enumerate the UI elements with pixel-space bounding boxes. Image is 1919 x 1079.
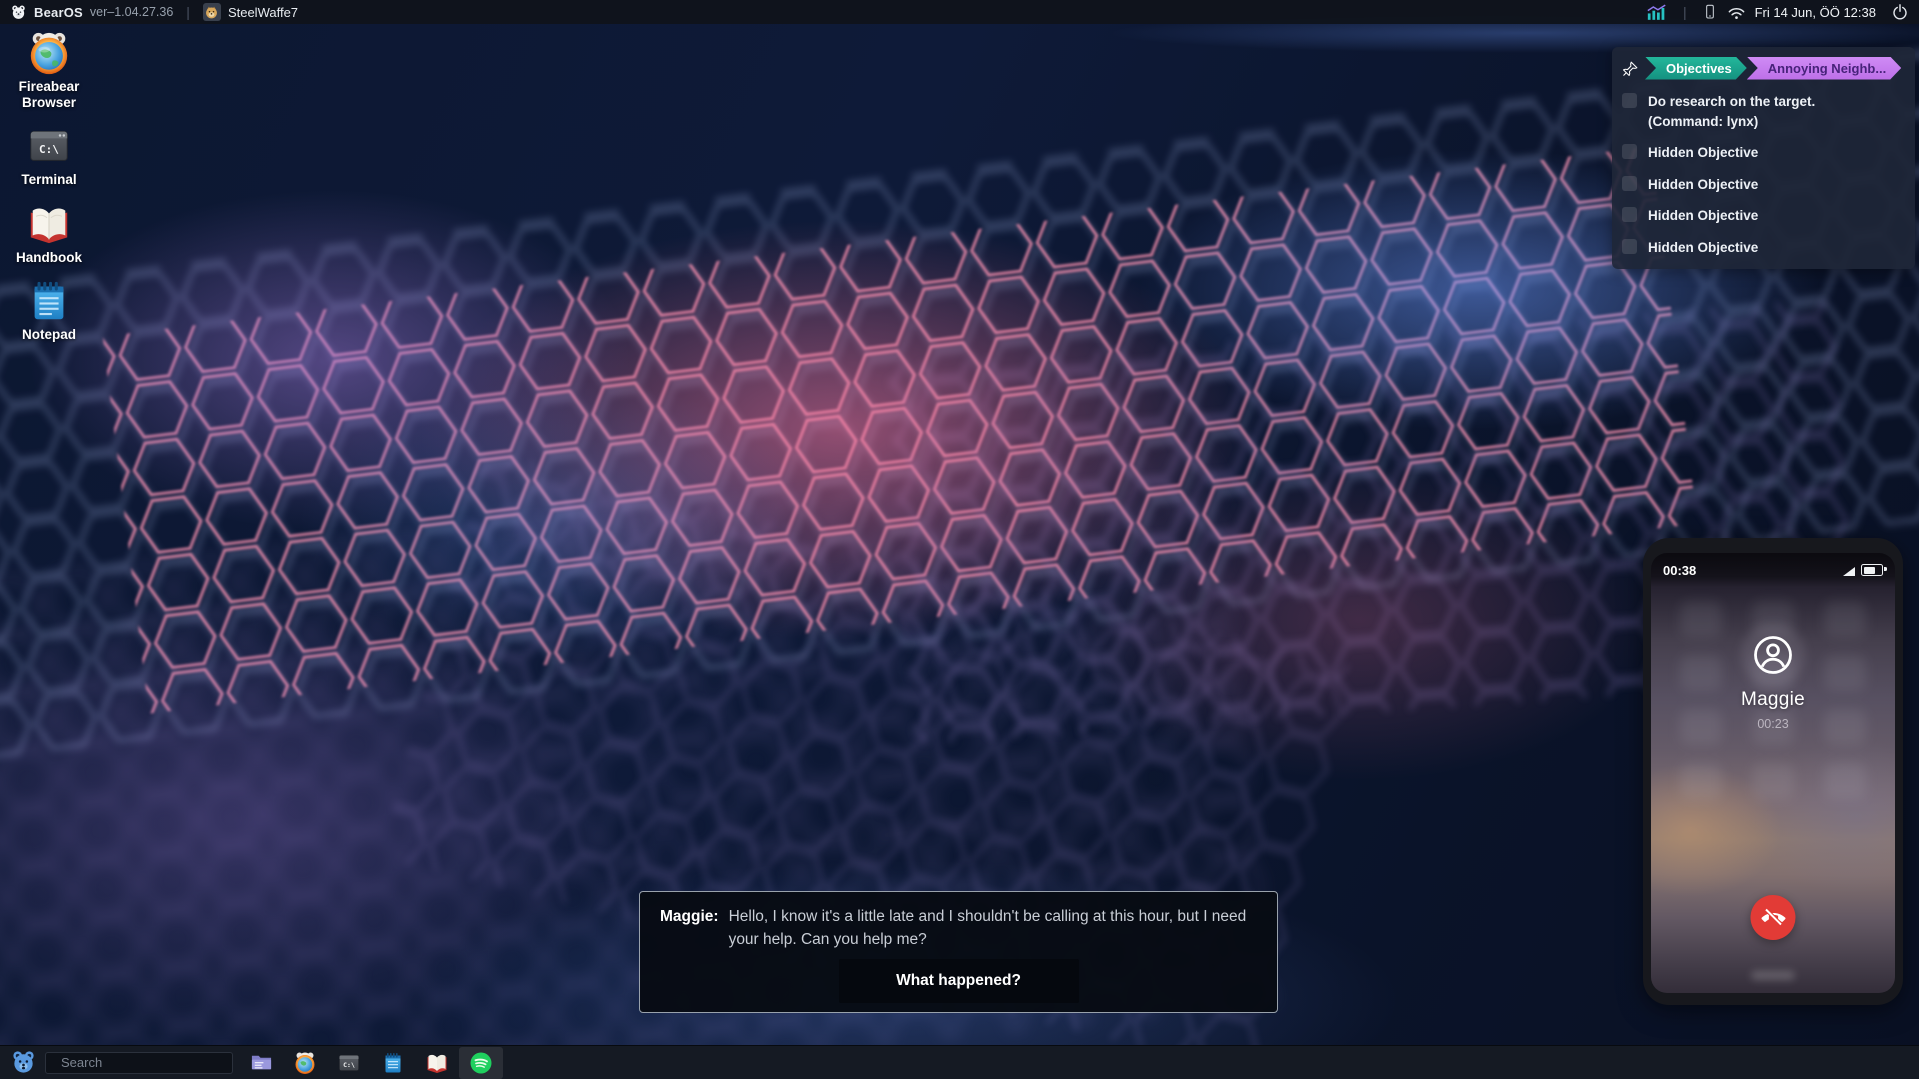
dialog-response-button[interactable]: What happened? bbox=[839, 959, 1079, 1003]
topbar-separator: | bbox=[186, 4, 190, 20]
terminal-icon: C:\ bbox=[337, 1051, 361, 1075]
terminal-glyph: C:\ bbox=[343, 1061, 355, 1069]
taskbar-item-fireabear-browser[interactable] bbox=[283, 1047, 327, 1079]
terminal-glyph: C:\ bbox=[39, 143, 59, 156]
desktop-screen: BearOS ver–1.04.27.36 | SteelWaffe7 | bbox=[0, 0, 1919, 1079]
caller-avatar-icon bbox=[1752, 634, 1794, 676]
terminal-icon: C:\ bbox=[26, 123, 72, 169]
objective-label: Hidden Objective bbox=[1648, 238, 1888, 258]
objective-checkbox[interactable] bbox=[1622, 93, 1637, 108]
objective-row: Hidden Objective bbox=[1622, 143, 1903, 163]
pin-icon[interactable] bbox=[1622, 60, 1639, 77]
taskbar-search[interactable] bbox=[45, 1052, 233, 1074]
power-icon[interactable] bbox=[1891, 3, 1909, 21]
conversation-dialog: Maggie: Hello, I know it's a little late… bbox=[639, 891, 1278, 1013]
desktop-icon-handbook[interactable]: Handbook bbox=[6, 201, 92, 266]
music-player-icon bbox=[469, 1051, 493, 1075]
home-indicator-blur bbox=[1751, 971, 1795, 980]
objective-row: Hidden Objective bbox=[1622, 238, 1903, 258]
desktop-icon-notepad[interactable]: Notepad bbox=[6, 278, 92, 343]
desktop-icon-list: Fireabear Browser C:\ Terminal Handbook bbox=[6, 30, 92, 343]
desktop-icon-terminal[interactable]: C:\ Terminal bbox=[6, 123, 92, 188]
taskbar-item-notepad[interactable] bbox=[371, 1047, 415, 1079]
handbook-icon bbox=[26, 201, 72, 247]
dialog-message: Hello, I know it's a little late and I s… bbox=[729, 905, 1257, 951]
folder-icon bbox=[250, 1051, 273, 1074]
handbook-icon bbox=[425, 1051, 449, 1075]
call-end-icon bbox=[1761, 906, 1785, 930]
tab-mission-annoying-neighbor[interactable]: Annoying Neighb... bbox=[1747, 57, 1901, 80]
objective-row: Hidden Objective bbox=[1622, 206, 1903, 226]
desktop-icon-label: Handbook bbox=[16, 250, 82, 266]
start-bear-icon bbox=[10, 1049, 37, 1076]
notepad-icon bbox=[26, 278, 72, 324]
objective-label: Do research on the target. (Command: lyn… bbox=[1648, 92, 1888, 131]
os-name: BearOS bbox=[34, 5, 83, 20]
objective-label: Hidden Objective bbox=[1648, 143, 1888, 163]
taskbar: C:\ bbox=[0, 1045, 1919, 1079]
desktop-icon-label: Fireabear Browser bbox=[6, 79, 92, 110]
fireabear-browser-icon bbox=[293, 1051, 317, 1075]
objective-label: Hidden Objective bbox=[1648, 175, 1888, 195]
objective-row: Hidden Objective bbox=[1622, 175, 1903, 195]
os-version: ver–1.04.27.36 bbox=[90, 5, 173, 19]
objective-list: Do research on the target. (Command: lyn… bbox=[1622, 92, 1903, 257]
desktop-icon-fireabear-browser[interactable]: Fireabear Browser bbox=[6, 30, 92, 110]
network-activity-icon[interactable] bbox=[1646, 4, 1668, 21]
fireabear-browser-icon bbox=[26, 30, 72, 76]
taskbar-item-terminal[interactable]: C:\ bbox=[327, 1047, 371, 1079]
taskbar-icon-list: C:\ bbox=[239, 1047, 503, 1079]
objective-checkbox[interactable] bbox=[1622, 176, 1637, 191]
taskbar-item-handbook[interactable] bbox=[415, 1047, 459, 1079]
hangup-button[interactable] bbox=[1751, 895, 1796, 940]
notepad-icon bbox=[381, 1051, 405, 1075]
call-duration: 00:23 bbox=[1757, 717, 1788, 731]
topbar-separator-2: | bbox=[1683, 4, 1687, 20]
username: SteelWaffe7 bbox=[228, 5, 298, 20]
taskbar-item-music-player[interactable] bbox=[459, 1047, 503, 1079]
bearos-logo-icon bbox=[10, 4, 27, 21]
desktop-icon-label: Terminal bbox=[21, 172, 76, 188]
doge-avatar-icon bbox=[204, 5, 219, 20]
phone-clock: 00:38 bbox=[1663, 563, 1696, 578]
phone-screen: 00:38 Maggie 00:23 bbox=[1651, 553, 1895, 993]
objective-checkbox[interactable] bbox=[1622, 239, 1637, 254]
search-input[interactable] bbox=[59, 1054, 239, 1071]
objective-row: Do research on the target. (Command: lyn… bbox=[1622, 92, 1903, 131]
top-bar: BearOS ver–1.04.27.36 | SteelWaffe7 | bbox=[0, 0, 1919, 24]
objective-label: Hidden Objective bbox=[1648, 206, 1888, 226]
signal-icon bbox=[1843, 567, 1855, 576]
phone-status-bar: 00:38 bbox=[1651, 553, 1895, 587]
clock[interactable]: Fri 14 Jun, ÖÖ 12:38 bbox=[1755, 5, 1876, 20]
caller-info: Maggie 00:23 bbox=[1651, 637, 1895, 731]
battery-icon bbox=[1861, 564, 1883, 576]
taskbar-item-file-manager[interactable] bbox=[239, 1047, 283, 1079]
caller-name: Maggie bbox=[1741, 689, 1805, 711]
phone-window: 00:38 Maggie 00:23 bbox=[1643, 538, 1903, 1005]
objective-checkbox[interactable] bbox=[1622, 207, 1637, 222]
objectives-panel: Objectives Annoying Neighb... Do researc… bbox=[1612, 47, 1915, 269]
mobile-phone-icon[interactable] bbox=[1702, 2, 1718, 22]
tab-objectives[interactable]: Objectives bbox=[1645, 57, 1747, 80]
start-menu-button[interactable] bbox=[8, 1048, 38, 1078]
user-avatar bbox=[203, 3, 221, 21]
desktop-icon-label: Notepad bbox=[22, 327, 76, 343]
wifi-icon[interactable] bbox=[1727, 4, 1746, 21]
objective-checkbox[interactable] bbox=[1622, 144, 1637, 159]
dialog-speaker: Maggie: bbox=[660, 905, 719, 951]
